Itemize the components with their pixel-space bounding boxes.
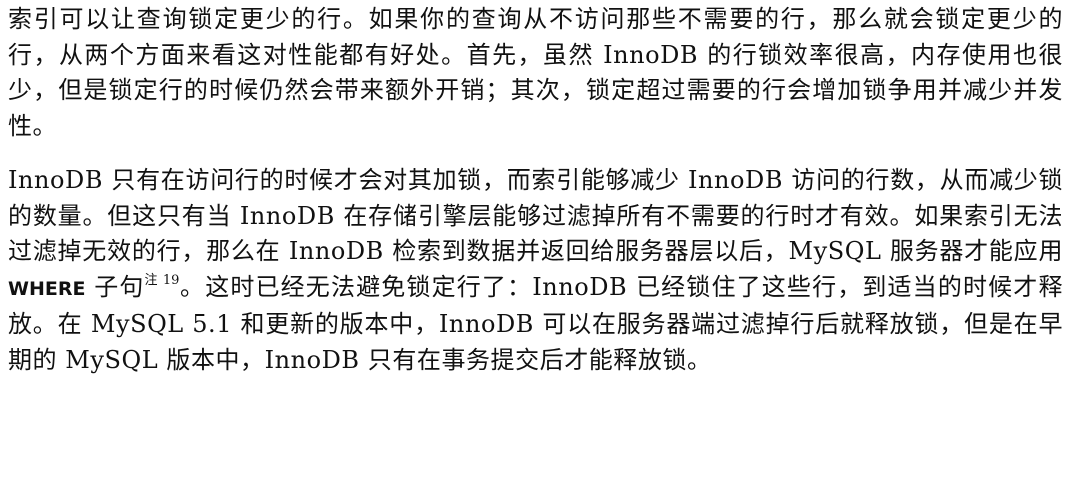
document-page: 索引可以让查询锁定更少的行。如果你的查询从不访问那些不需要的行，那么就会锁定更少…: [0, 0, 1073, 501]
footnote-reference: 注 19: [144, 272, 180, 288]
paragraph-innodb-row-locks: InnoDB 只有在访问行的时候才会对其加锁，而索引能够减少 InnoDB 访问…: [8, 163, 1063, 378]
paragraph-text-part-2: 子句: [85, 272, 145, 301]
paragraph-text-part-1: InnoDB 只有在访问行的时候才会对其加锁，而索引能够减少 InnoDB 访问…: [8, 166, 1063, 265]
where-keyword: WHERE: [8, 277, 86, 300]
paragraph-index-locking-benefits: 索引可以让查询锁定更少的行。如果你的查询从不访问那些不需要的行，那么就会锁定更少…: [8, 5, 1063, 140]
